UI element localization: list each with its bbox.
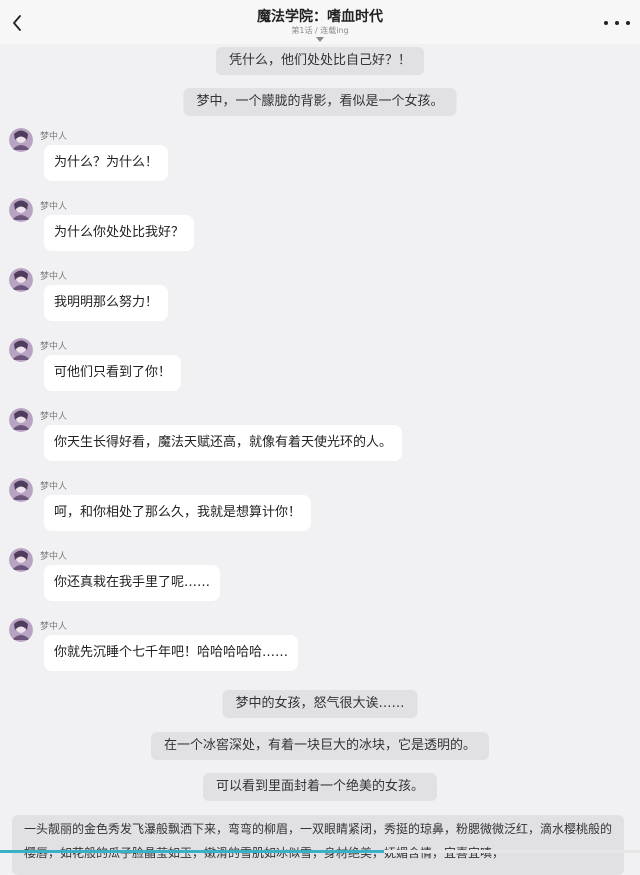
narration-bubble: 梦中的女孩，怒气很大诶…… xyxy=(222,690,418,718)
speaker-name: 梦中人 xyxy=(40,552,68,562)
avatar[interactable] xyxy=(9,268,33,292)
avatar[interactable] xyxy=(9,198,33,222)
narration-bubble: 可以看到里面封着一个绝美的女孩。 xyxy=(202,773,438,801)
speaker-name: 梦中人 xyxy=(40,342,68,352)
narration-paragraph: 一头靓丽的金色秀发飞瀑般飘洒下来，弯弯的柳眉，一双眼睛紧闭，秀挺的琼鼻，粉腮微微… xyxy=(12,815,624,875)
avatar[interactable] xyxy=(9,548,33,572)
top-bar: 魔法学院：嗜血时代 第1话 / 连载ing xyxy=(0,0,640,44)
more-dots-icon xyxy=(626,21,630,25)
dialogue-bubble: 呵，和你相处了那么久，我就是想算计你！ xyxy=(44,495,312,531)
chapter-subtitle[interactable]: 第1话 / 连载ing xyxy=(0,25,640,36)
avatar[interactable] xyxy=(9,408,33,432)
dialogue-bubble: 可他们只看到了你！ xyxy=(44,355,182,391)
chevron-down-icon[interactable] xyxy=(316,37,324,42)
narration-bubble: 在一个冰窖深处，有着一块巨大的冰块，它是透明的。 xyxy=(150,732,490,760)
speaker-name: 梦中人 xyxy=(40,202,68,212)
more-dots-icon xyxy=(615,21,619,25)
narration-bubble: 凭什么，他们处处比自己好？！ xyxy=(215,47,425,75)
narration-bubble: 梦中，一个朦胧的背影，看似是一个女孩。 xyxy=(183,88,457,116)
dialogue-bubble: 为什么你处处比我好？ xyxy=(44,215,195,251)
dialogue-bubble: 我明明那么努力！ xyxy=(44,285,169,321)
avatar[interactable] xyxy=(9,618,33,642)
speaker-name: 梦中人 xyxy=(40,622,68,632)
avatar[interactable] xyxy=(9,478,33,502)
speaker-name: 梦中人 xyxy=(40,412,68,422)
dialogue-bubble: 你天生长得好看，魔法天赋还高，就像有着天使光环的人。 xyxy=(44,425,403,461)
avatar[interactable] xyxy=(9,128,33,152)
dialogue-bubble: 你就先沉睡个七千年吧！哈哈哈哈哈…… xyxy=(44,635,299,671)
dialogue-bubble: 你还真栽在我手里了呢…… xyxy=(44,565,221,601)
more-dots-icon xyxy=(604,21,608,25)
avatar[interactable] xyxy=(9,338,33,362)
dialogue-bubble: 为什么？为什么！ xyxy=(44,145,169,181)
more-button[interactable] xyxy=(604,14,630,32)
page-title: 魔法学院：嗜血时代 xyxy=(257,9,383,25)
speaker-name: 梦中人 xyxy=(40,482,68,492)
speaker-name: 梦中人 xyxy=(40,272,68,282)
speaker-name: 梦中人 xyxy=(40,132,68,142)
